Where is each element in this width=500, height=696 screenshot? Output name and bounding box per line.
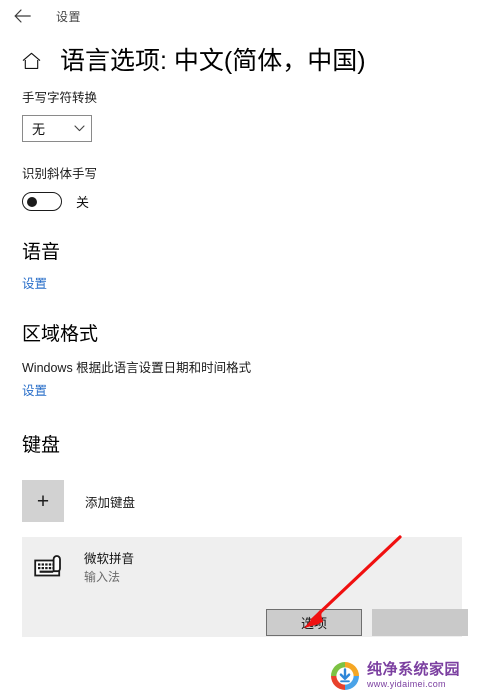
back-button[interactable] [0, 1, 44, 31]
cursive-recognition-toggle[interactable] [22, 192, 62, 211]
add-keyboard-button[interactable]: + 添加键盘 [22, 480, 500, 522]
ime-name: 微软拼音 [84, 552, 135, 566]
speech-settings-link[interactable]: 设置 [22, 276, 47, 293]
watermark-title: 纯净系统家园 [367, 661, 461, 678]
home-icon[interactable] [18, 48, 44, 74]
ime-action-buttons: 选项 [266, 609, 468, 636]
ime-secondary-button[interactable] [372, 609, 468, 636]
handwriting-conversion-value: 无 [32, 122, 46, 137]
handwriting-conversion-dropdown[interactable]: 无 [22, 115, 92, 142]
back-arrow-icon [14, 9, 31, 23]
chevron-down-icon [74, 125, 85, 132]
ime-options-button[interactable]: 选项 [266, 609, 362, 636]
plus-glyph: + [36, 489, 50, 513]
cursive-recognition-state: 关 [76, 195, 90, 210]
ime-list-item[interactable]: 微软拼音 输入法 选项 [22, 537, 468, 637]
titlebar-label: 设置 [56, 9, 82, 24]
settings-content: 手写字符转换 无 识别斜体手写 关 语音 设置 区域格式 Windows 根据此… [0, 90, 500, 637]
region-format-heading: 区域格式 [22, 324, 99, 345]
toggle-knob [27, 196, 37, 207]
ime-row: 微软拼音 输入法 [22, 537, 462, 585]
region-format-description: Windows 根据此语言设置日期和时间格式 [22, 361, 252, 375]
region-format-settings-link[interactable]: 设置 [22, 383, 47, 400]
cursive-recognition-row: 关 [22, 192, 500, 211]
keyboard-hand-icon [34, 553, 68, 581]
cursive-recognition-label: 识别斜体手写 [22, 167, 98, 181]
watermark-badge: 纯净系统家园 www.yidaimei.com [322, 657, 500, 694]
ime-subtitle: 输入法 [84, 570, 121, 584]
plus-icon: + [22, 480, 64, 522]
download-circle-logo [330, 661, 360, 691]
page-title: 语言选项: 中文(简体，中国) [60, 47, 366, 75]
watermark-url: www.yidaimei.com [367, 679, 446, 689]
keyboard-heading: 键盘 [22, 435, 61, 456]
speech-heading: 语音 [22, 242, 61, 263]
watermark-text: 纯净系统家园 www.yidaimei.com [367, 662, 460, 689]
window-titlebar: 设置 [0, 0, 500, 32]
ime-text-block: 微软拼音 输入法 [84, 551, 134, 585]
page-header: 语言选项: 中文(简体，中国) [0, 32, 500, 78]
add-keyboard-label: 添加键盘 [85, 495, 136, 510]
handwriting-conversion-label: 手写字符转换 [22, 91, 98, 105]
